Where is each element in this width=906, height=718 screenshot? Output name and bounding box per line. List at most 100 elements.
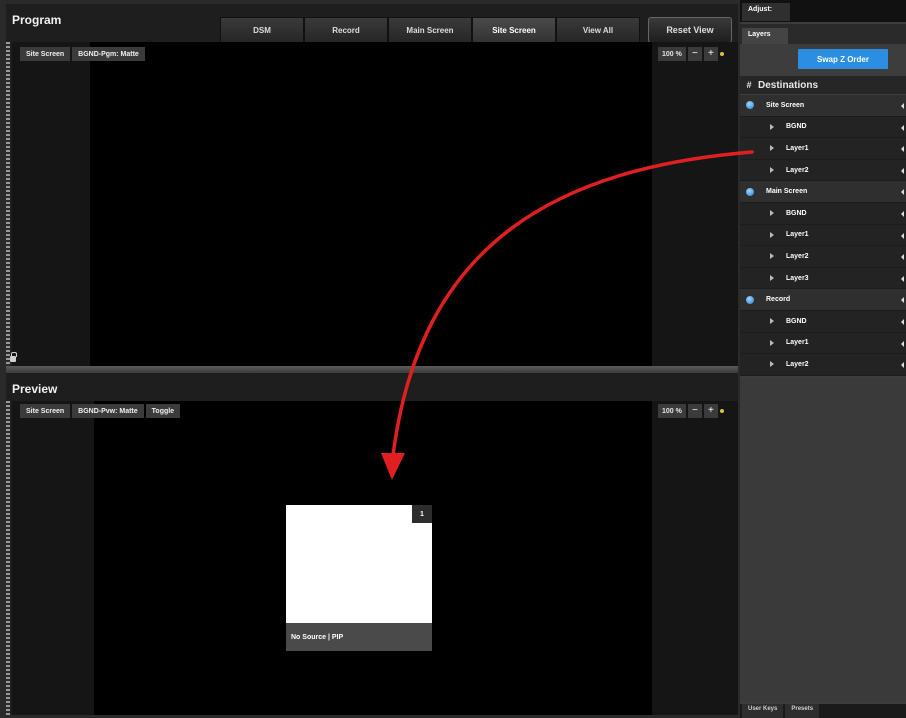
preview-zoom-indicator-icon [719,409,724,413]
destination-row-label: BGND [786,209,807,217]
tab-layers[interactable]: Layers [742,28,788,44]
expand-arrow-icon[interactable] [770,253,774,260]
preview-right-margin [652,401,738,715]
expand-arrow-icon[interactable] [770,123,774,130]
preview-zoom-in-button[interactable]: + [703,404,718,418]
expand-arrow-icon[interactable] [770,210,774,217]
row-caret-icon[interactable] [901,210,904,217]
destination-row-label: BGND [786,317,807,325]
destination-row-label: Record [766,296,791,304]
preview-title: Preview [12,382,58,396]
tab-record[interactable]: Record [304,17,388,43]
row-caret-icon[interactable] [901,232,904,239]
expand-arrow-icon[interactable] [770,231,774,238]
hash-icon: # [746,80,752,90]
reset-view-button[interactable]: Reset View [648,17,732,43]
destination-row-label: Main Screen [766,188,808,196]
destination-layer-row[interactable]: BGND [740,116,906,139]
sidebar-empty-area [740,378,906,702]
program-panel: Program DSM Record Main Screen Site Scre… [6,4,738,368]
expand-arrow-icon[interactable] [770,339,774,346]
zoom-in-button[interactable]: + [703,47,718,61]
row-caret-icon[interactable] [901,340,904,347]
preview-left-margin [12,401,94,715]
destination-group-row[interactable]: Main Screen [740,181,906,203]
row-caret-icon[interactable] [901,362,904,369]
destination-layer-row[interactable]: Layer2 [740,246,906,268]
adjust-sidebar: Adjust: Layers Swap Z Order # Destinatio… [740,0,906,718]
program-canvas[interactable] [90,42,652,368]
destination-group-row[interactable]: Site Screen [740,95,906,117]
row-caret-icon[interactable] [901,167,904,174]
expand-arrow-icon[interactable] [770,318,774,325]
zoom-out-button[interactable]: − [687,47,702,61]
row-caret-icon[interactable] [901,254,904,261]
preview-bgnd-chip[interactable]: BGND-Pvw: Matte [72,404,144,418]
layer-source-caption: No Source | PIP [286,623,432,651]
program-right-margin [652,42,738,368]
destination-row-label: Layer1 [786,144,809,152]
preview-zoom-controls: 100 % − + [658,404,724,418]
tab-user-keys[interactable]: User Keys [742,704,784,718]
preview-zoom-out-button[interactable]: − [687,404,702,418]
program-ruler [6,42,10,368]
row-caret-icon[interactable] [901,124,904,131]
expand-arrow-icon[interactable] [770,167,774,174]
destination-row-label: Layer2 [786,360,809,368]
panel-divider[interactable] [6,366,738,373]
program-zoom-level: 100 % [658,47,686,61]
expand-arrow-icon[interactable] [770,275,774,282]
adjust-bar: Adjust: [740,0,906,22]
row-caret-icon[interactable] [901,297,904,304]
tab-site-screen[interactable]: Site Screen [472,17,556,43]
toggle-button[interactable]: Toggle [145,404,181,418]
destination-layer-row[interactable]: Layer2 [740,354,906,376]
expand-arrow-icon[interactable] [770,361,774,368]
tab-presets[interactable]: Presets [785,704,820,718]
destination-row-label: Layer3 [786,274,809,282]
swap-z-order-button[interactable]: Swap Z Order [798,49,888,69]
sidebar-bottom-tabs: User Keys Presets [740,704,906,718]
destination-layer-row[interactable]: Layer3 [740,267,906,290]
preview-screen-chip[interactable]: Site Screen [20,404,71,418]
destination-row-label: Layer1 [786,231,809,239]
destination-tabs: DSM Record Main Screen Site Screen View … [220,17,640,43]
zoom-indicator-icon [719,52,724,56]
destinations-header: # Destinations [740,76,906,94]
destination-layer-row[interactable]: BGND [740,202,906,225]
row-caret-icon[interactable] [901,103,904,109]
program-canvas-toolbar: Site Screen BGND-Pgm: Matte [20,47,145,61]
preview-ruler [6,401,10,715]
destination-row-label: Site Screen [766,101,805,109]
destination-layer-row[interactable]: Layer1 [740,138,906,160]
row-caret-icon[interactable] [901,318,904,325]
tab-dsm[interactable]: DSM [220,17,304,43]
destination-layer-row[interactable]: Layer1 [740,332,906,355]
program-title: Program [12,13,62,27]
destination-status-icon [746,295,754,304]
destinations-list: Site Screen BGND Layer1 Layer2 Main Screen BG… [740,95,906,376]
destinations-title: Destinations [758,79,819,91]
destination-layer-row[interactable]: BGND [740,310,906,333]
destination-row-label: BGND [786,123,807,131]
row-caret-icon[interactable] [901,146,904,153]
preview-zoom-level: 100 % [658,404,686,418]
program-bgnd-chip[interactable]: BGND-Pgm: Matte [72,47,145,61]
tab-view-all[interactable]: View All [556,17,640,43]
pip-layer-window[interactable]: 1 No Source | PIP [286,505,432,651]
destination-layer-row[interactable]: Layer1 [740,224,906,247]
destination-row-label: Layer1 [786,339,809,347]
program-screen-chip[interactable]: Site Screen [20,47,71,61]
layers-tabbar: Layers [740,24,906,44]
destination-status-icon [746,101,754,110]
adjust-tab[interactable]: Adjust: [742,3,790,21]
lock-icon[interactable] [10,352,17,362]
expand-arrow-icon[interactable] [770,145,774,152]
row-caret-icon[interactable] [901,189,904,196]
row-caret-icon[interactable] [901,275,904,282]
tab-main-screen[interactable]: Main Screen [388,17,472,43]
destination-layer-row[interactable]: Layer2 [740,159,906,182]
program-left-margin [12,42,90,368]
app-window: Program DSM Record Main Screen Site Scre… [0,0,906,718]
destination-group-row[interactable]: Record [740,289,906,311]
